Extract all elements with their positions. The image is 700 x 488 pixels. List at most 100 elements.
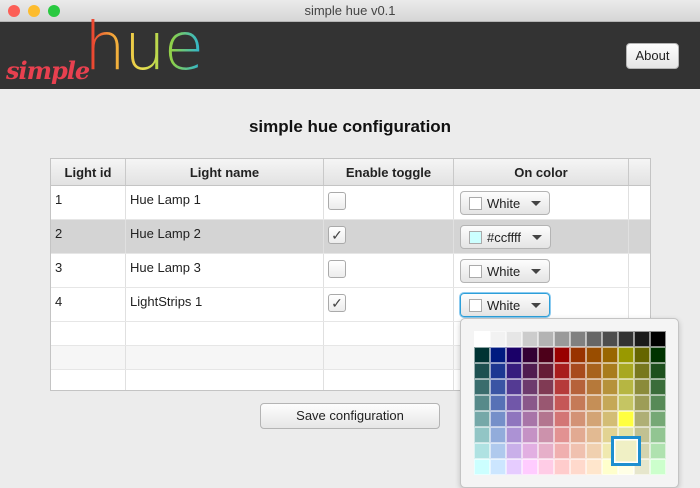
color-swatch[interactable]	[554, 331, 570, 347]
color-swatch[interactable]	[506, 443, 522, 459]
color-swatch[interactable]	[570, 443, 586, 459]
column-header[interactable]: On color	[454, 159, 629, 185]
color-swatch[interactable]	[506, 427, 522, 443]
color-swatch[interactable]	[586, 411, 602, 427]
color-swatch[interactable]	[506, 347, 522, 363]
color-swatch[interactable]	[506, 363, 522, 379]
color-swatch[interactable]	[538, 363, 554, 379]
color-swatch[interactable]	[554, 347, 570, 363]
color-swatch[interactable]	[474, 347, 490, 363]
color-swatch[interactable]	[522, 395, 538, 411]
enable-checkbox[interactable]: ✓	[328, 226, 346, 244]
color-swatch[interactable]	[522, 443, 538, 459]
color-swatch[interactable]	[586, 459, 602, 475]
color-swatch[interactable]	[538, 347, 554, 363]
color-swatch[interactable]	[474, 331, 490, 347]
color-swatch[interactable]	[474, 379, 490, 395]
enable-checkbox[interactable]	[328, 260, 346, 278]
color-swatch[interactable]	[490, 395, 506, 411]
color-swatch[interactable]	[506, 411, 522, 427]
table-row[interactable]: 3 Hue Lamp 3 White	[51, 254, 650, 288]
color-swatch[interactable]	[490, 347, 506, 363]
color-picker[interactable]: White	[460, 259, 551, 283]
color-swatch[interactable]	[490, 459, 506, 475]
color-swatch[interactable]	[474, 363, 490, 379]
about-button[interactable]: About	[626, 43, 679, 69]
color-swatch[interactable]	[586, 347, 602, 363]
minimize-button[interactable]	[28, 5, 40, 17]
color-swatch[interactable]	[570, 459, 586, 475]
color-swatch[interactable]	[490, 427, 506, 443]
color-swatch[interactable]	[634, 379, 650, 395]
color-swatch[interactable]	[618, 347, 634, 363]
color-swatch[interactable]	[570, 331, 586, 347]
column-header[interactable]: Enable toggle	[324, 159, 454, 185]
color-swatch[interactable]	[570, 411, 586, 427]
color-swatch[interactable]	[506, 459, 522, 475]
color-swatch[interactable]	[554, 379, 570, 395]
color-swatch[interactable]	[570, 427, 586, 443]
color-swatch[interactable]	[586, 443, 602, 459]
color-swatch[interactable]	[634, 395, 650, 411]
enable-checkbox[interactable]: ✓	[328, 294, 346, 312]
color-swatch[interactable]	[522, 379, 538, 395]
color-swatch[interactable]	[570, 395, 586, 411]
color-picker[interactable]: White	[460, 191, 551, 215]
color-swatch[interactable]	[490, 379, 506, 395]
color-swatch[interactable]	[554, 363, 570, 379]
color-swatch[interactable]	[586, 331, 602, 347]
color-swatch[interactable]	[554, 459, 570, 475]
color-swatch[interactable]	[634, 411, 650, 427]
color-swatch[interactable]	[602, 363, 618, 379]
color-swatch[interactable]	[522, 427, 538, 443]
color-swatch[interactable]	[474, 427, 490, 443]
color-swatch[interactable]	[522, 411, 538, 427]
color-swatch[interactable]	[522, 363, 538, 379]
color-swatch[interactable]	[570, 379, 586, 395]
color-swatch[interactable]	[554, 443, 570, 459]
color-swatch[interactable]	[602, 347, 618, 363]
enable-checkbox[interactable]	[328, 192, 346, 210]
color-swatch[interactable]	[570, 363, 586, 379]
color-swatch[interactable]	[538, 443, 554, 459]
color-swatch[interactable]	[490, 363, 506, 379]
color-swatch[interactable]	[554, 395, 570, 411]
color-swatch[interactable]	[506, 331, 522, 347]
color-swatch[interactable]	[634, 363, 650, 379]
color-swatch[interactable]	[634, 331, 650, 347]
color-swatch[interactable]	[650, 427, 666, 443]
light-name[interactable]: LightStrips 1	[126, 288, 324, 321]
color-swatch[interactable]	[538, 331, 554, 347]
color-swatch[interactable]	[602, 379, 618, 395]
color-swatch[interactable]	[490, 331, 506, 347]
color-swatch[interactable]	[650, 395, 666, 411]
color-swatch[interactable]	[618, 379, 634, 395]
color-swatch[interactable]	[522, 331, 538, 347]
color-swatch[interactable]	[538, 427, 554, 443]
color-swatch[interactable]	[474, 443, 490, 459]
color-swatch[interactable]	[474, 411, 490, 427]
color-swatch[interactable]	[554, 427, 570, 443]
save-configuration-button[interactable]: Save configuration	[260, 403, 440, 429]
color-picker[interactable]: White	[460, 293, 551, 317]
column-header[interactable]: Light id	[51, 159, 126, 185]
color-swatch[interactable]	[602, 411, 618, 427]
color-swatch[interactable]	[538, 459, 554, 475]
color-swatch[interactable]	[650, 363, 666, 379]
color-swatch[interactable]	[474, 459, 490, 475]
color-swatch[interactable]	[634, 347, 650, 363]
color-swatch[interactable]	[650, 379, 666, 395]
color-swatch[interactable]	[586, 379, 602, 395]
color-swatch[interactable]	[538, 395, 554, 411]
color-swatch[interactable]	[618, 395, 634, 411]
color-swatch[interactable]	[618, 411, 634, 427]
color-swatch[interactable]	[474, 395, 490, 411]
color-swatch[interactable]	[650, 411, 666, 427]
color-swatch[interactable]	[650, 347, 666, 363]
color-swatch[interactable]	[618, 331, 634, 347]
table-row[interactable]: 1 Hue Lamp 1 White	[51, 186, 650, 220]
color-swatch[interactable]	[586, 427, 602, 443]
color-swatch[interactable]	[506, 379, 522, 395]
color-picker[interactable]: #ccffff	[460, 225, 551, 249]
color-swatch[interactable]	[490, 443, 506, 459]
